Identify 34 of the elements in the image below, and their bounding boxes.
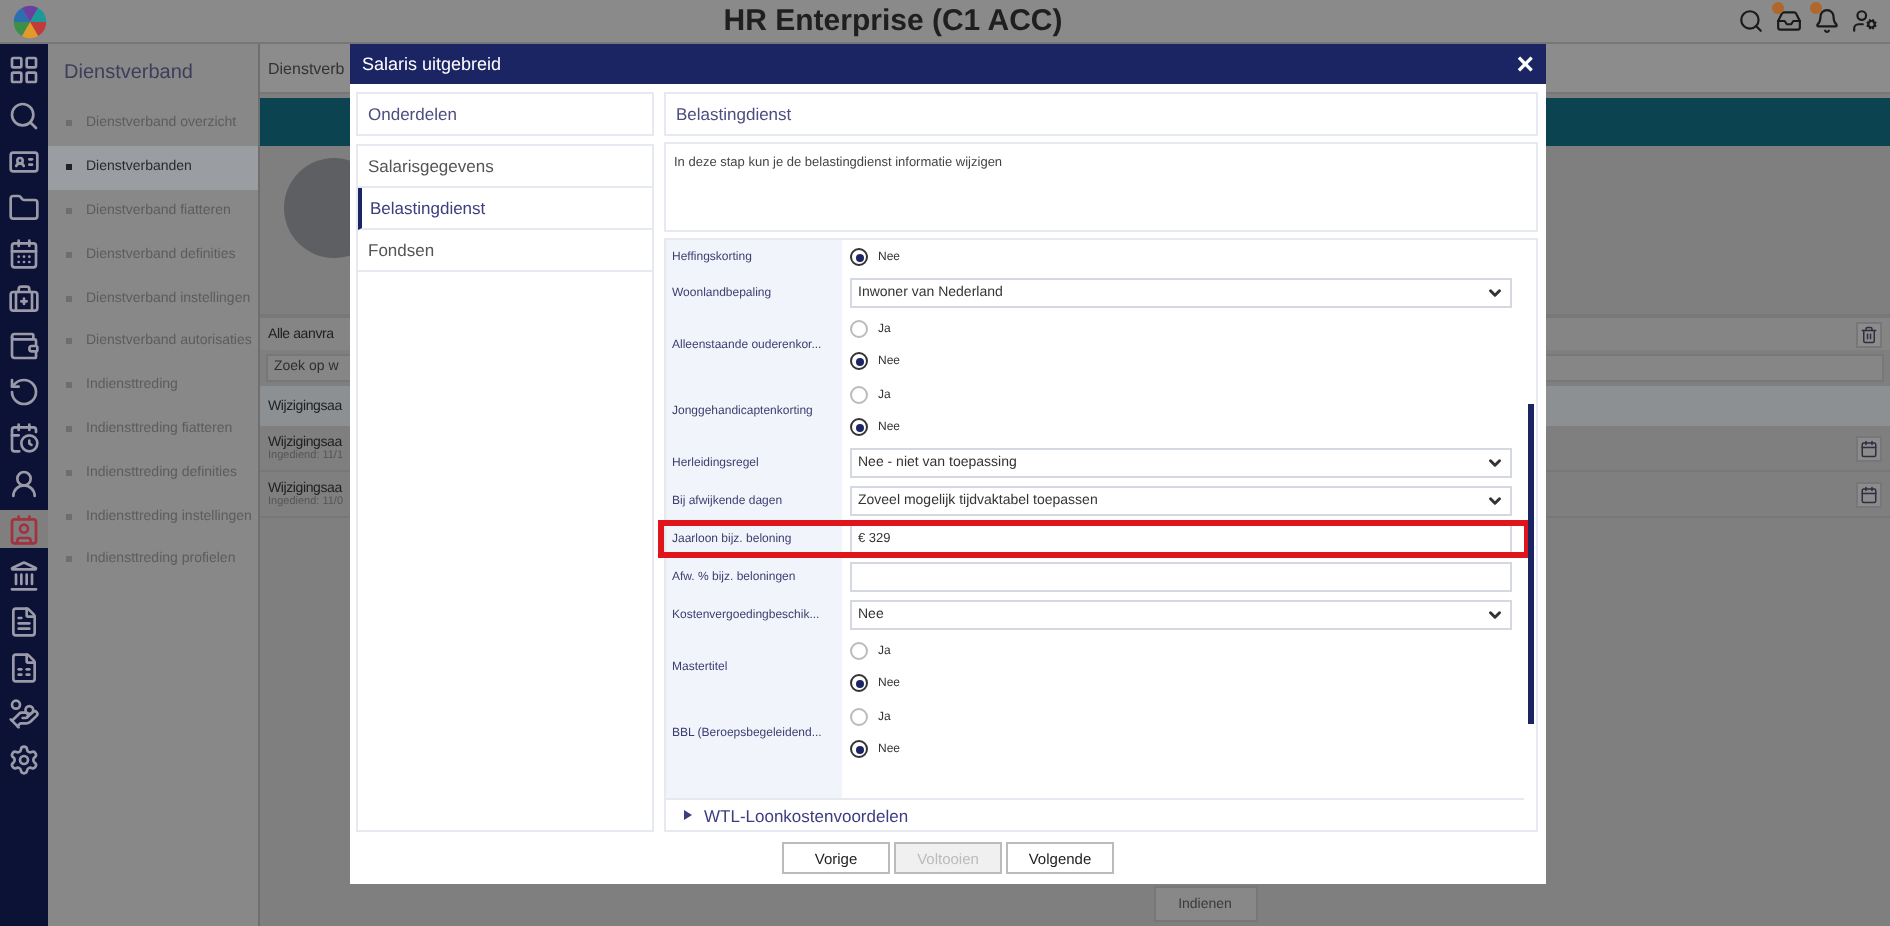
logo-icon bbox=[12, 3, 48, 39]
dialog-title: Salaris uitgebreid bbox=[362, 54, 502, 74]
inbox-icon[interactable] bbox=[1776, 8, 1802, 34]
radio-button[interactable] bbox=[850, 352, 868, 370]
caret-icon bbox=[1486, 606, 1504, 624]
step-item[interactable]: Salarisgegevens bbox=[358, 146, 652, 188]
app-title: HR Enterprise (C1 ACC) bbox=[721, 4, 1065, 38]
scrollbar[interactable] bbox=[1528, 404, 1534, 724]
radio-button[interactable] bbox=[850, 740, 868, 758]
search-icon[interactable] bbox=[1738, 8, 1764, 34]
radio-button[interactable] bbox=[850, 418, 868, 436]
collapsed-section[interactable]: WTL-Loonkostenvoordelen bbox=[666, 798, 1524, 830]
section-title: Belastingdienst bbox=[664, 92, 1538, 136]
bell-icon[interactable] bbox=[1814, 8, 1840, 34]
calendar-icon[interactable] bbox=[1856, 435, 1882, 461]
radio-button[interactable] bbox=[850, 708, 868, 726]
close-button[interactable]: × bbox=[1516, 49, 1534, 79]
nav-title: Dienstverband bbox=[62, 60, 195, 88]
caret-icon bbox=[1486, 454, 1504, 472]
caret-icon bbox=[684, 810, 692, 820]
radio-button[interactable] bbox=[850, 674, 868, 692]
input-field[interactable] bbox=[850, 562, 1512, 592]
trash-icon[interactable] bbox=[1856, 321, 1882, 347]
caret-icon bbox=[1486, 492, 1504, 510]
radio-button[interactable] bbox=[850, 386, 868, 404]
caret-icon bbox=[1486, 284, 1504, 302]
calendar-icon[interactable] bbox=[1856, 481, 1882, 507]
radio-button[interactable] bbox=[850, 320, 868, 338]
radio-button[interactable] bbox=[850, 248, 868, 266]
user-settings-icon[interactable] bbox=[1852, 8, 1878, 34]
step-item[interactable]: Fondsen bbox=[358, 230, 652, 272]
radio-button[interactable] bbox=[850, 642, 868, 660]
step-item[interactable]: Belastingdienst bbox=[358, 188, 652, 230]
steps-title: Onderdelen bbox=[356, 92, 654, 136]
